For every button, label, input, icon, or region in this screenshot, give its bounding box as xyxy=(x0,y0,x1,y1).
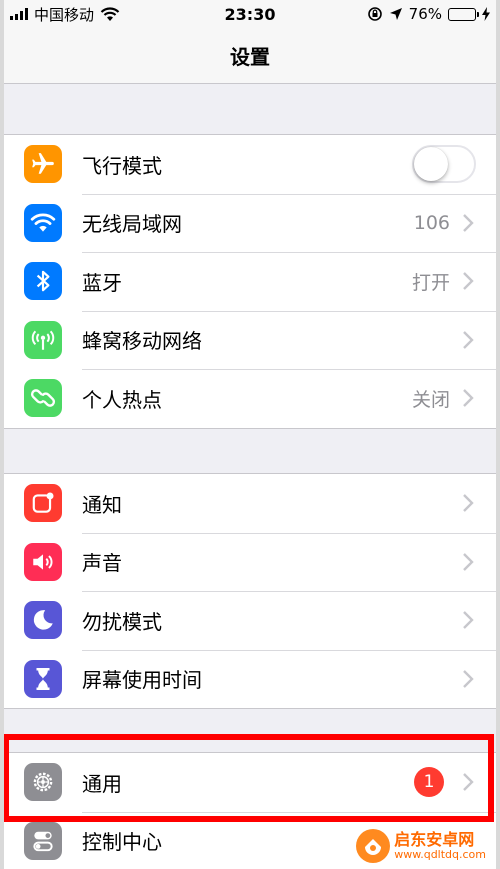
carrier-name: 中国移动 xyxy=(34,5,95,24)
row-label: 蓝牙 xyxy=(82,270,122,295)
chevron-right-icon xyxy=(463,552,474,571)
screen-frame xyxy=(0,0,500,869)
watermark-title: 启东安卓网 xyxy=(394,829,475,849)
chevron-right-icon xyxy=(463,773,474,792)
watermark-url: www.qdltdq.com xyxy=(394,847,486,861)
row-label: 屏幕使用时间 xyxy=(82,668,202,693)
settings-row-general[interactable]: 通用 1 xyxy=(0,753,500,812)
row-label: 通知 xyxy=(82,492,122,517)
location-icon xyxy=(389,8,402,20)
toggle-knob xyxy=(414,147,448,182)
orientation-lock-icon xyxy=(367,7,382,21)
wifi-icon xyxy=(24,203,62,242)
settings-row-wlan[interactable]: 无线局域网 106 xyxy=(0,193,500,253)
row-value: 106 xyxy=(413,211,450,234)
wifi-icon xyxy=(100,6,120,21)
charging-icon xyxy=(482,7,490,21)
update-badge: 1 xyxy=(414,767,444,798)
control-center-icon xyxy=(24,821,62,860)
watermark-logo-icon xyxy=(356,829,391,863)
moon-icon xyxy=(24,601,62,640)
settings-group-connectivity: 飞行模式 无线局域网 106 蓝牙 打开 蜂窝移动网络 个人热点 关闭 xyxy=(0,134,500,429)
row-label: 飞行模式 xyxy=(82,153,162,178)
row-value: 关闭 xyxy=(411,388,450,411)
chevron-right-icon xyxy=(463,389,474,408)
row-label: 声音 xyxy=(82,551,122,576)
hourglass-icon xyxy=(24,659,62,698)
chevron-right-icon xyxy=(463,669,474,688)
site-watermark: 启东安卓网 www.qdltdq.com xyxy=(350,827,492,865)
settings-row-sounds[interactable]: 声音 xyxy=(0,532,500,592)
navigation-bar: 设置 xyxy=(0,28,500,84)
chevron-right-icon xyxy=(463,330,474,349)
signal-icon xyxy=(10,8,28,20)
chevron-right-icon xyxy=(463,611,474,630)
settings-row-notifications[interactable]: 通知 xyxy=(0,474,500,533)
battery-icon xyxy=(448,7,479,21)
row-label: 个人热点 xyxy=(82,387,162,412)
chevron-right-icon xyxy=(463,494,474,513)
airplane-icon xyxy=(24,145,62,184)
settings-row-airplane-mode[interactable]: 飞行模式 xyxy=(0,135,500,194)
notifications-icon xyxy=(24,484,62,523)
settings-group-notifications: 通知 声音 勿扰模式 屏幕使用时间 xyxy=(0,473,500,709)
row-label: 勿扰模式 xyxy=(82,609,162,634)
chevron-right-icon xyxy=(463,272,474,291)
settings-row-cellular[interactable]: 蜂窝移动网络 xyxy=(0,310,500,370)
status-bar: 中国移动 23:30 76% xyxy=(0,0,500,28)
hotspot-icon xyxy=(24,379,62,418)
settings-row-hotspot[interactable]: 个人热点 关闭 xyxy=(0,369,500,428)
battery-percent: 76% xyxy=(408,5,442,23)
row-label: 蜂窝移动网络 xyxy=(82,329,202,354)
clock: 23:30 xyxy=(224,4,276,24)
row-label: 通用 xyxy=(82,771,122,796)
airplane-mode-toggle[interactable] xyxy=(412,145,476,184)
settings-row-bluetooth[interactable]: 蓝牙 打开 xyxy=(0,252,500,311)
chevron-right-icon xyxy=(463,213,474,232)
bluetooth-icon xyxy=(24,262,62,301)
sound-icon xyxy=(24,542,62,581)
row-label: 无线局域网 xyxy=(82,212,182,237)
cellular-icon xyxy=(24,320,62,359)
gear-icon xyxy=(24,763,62,802)
page-title: 设置 xyxy=(230,45,270,69)
settings-row-do-not-disturb[interactable]: 勿扰模式 xyxy=(0,591,500,650)
row-value: 打开 xyxy=(411,271,450,294)
settings-row-screen-time[interactable]: 屏幕使用时间 xyxy=(0,649,500,709)
